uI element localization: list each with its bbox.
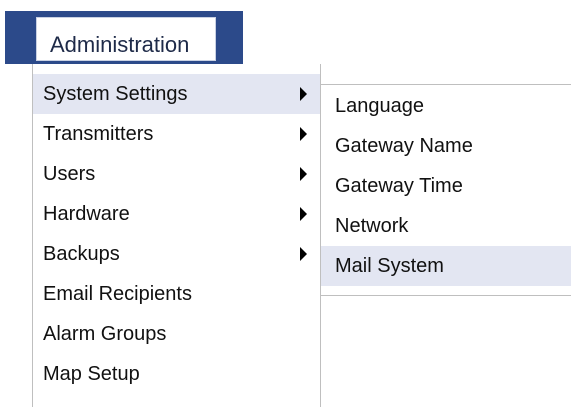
administration-menu-button[interactable]: Administration <box>5 11 243 64</box>
system-settings-submenu: Language Gateway Name Gateway Time Netwo… <box>320 84 571 296</box>
administration-menu-label: Administration <box>50 32 190 57</box>
submenu-item-label: Gateway Name <box>335 135 473 157</box>
menu-item-hardware[interactable]: Hardware <box>33 194 320 234</box>
menu-item-backups[interactable]: Backups <box>33 234 320 274</box>
chevron-right-icon <box>300 207 307 221</box>
menu-item-label: Users <box>43 163 96 185</box>
submenu-item-label: Language <box>335 95 424 117</box>
submenu-item-gateway-name[interactable]: Gateway Name <box>321 126 571 166</box>
submenu-item-gateway-time[interactable]: Gateway Time <box>321 166 571 206</box>
menu-item-system-settings[interactable]: System Settings <box>33 74 320 114</box>
menu-item-label: Email Recipients <box>43 283 192 305</box>
menu-item-transmitters[interactable]: Transmitters <box>33 114 320 154</box>
menu-item-users[interactable]: Users <box>33 154 320 194</box>
submenu-item-language[interactable]: Language <box>321 86 571 126</box>
menu-item-alarm-groups[interactable]: Alarm Groups <box>33 314 320 354</box>
chevron-right-icon <box>300 87 307 101</box>
chevron-right-icon <box>300 247 307 261</box>
submenu-item-network[interactable]: Network <box>321 206 571 246</box>
menu-item-label: Map Setup <box>43 363 140 385</box>
menu-item-map-setup[interactable]: Map Setup <box>33 354 320 394</box>
submenu-item-label: Network <box>335 215 409 237</box>
submenu-item-label: Mail System <box>335 255 444 277</box>
chevron-right-icon <box>300 127 307 141</box>
menu-item-email-recipients[interactable]: Email Recipients <box>33 274 320 314</box>
submenu-item-mail-system[interactable]: Mail System <box>321 246 571 286</box>
menu-item-label: Transmitters <box>43 123 154 145</box>
menu-item-label: Backups <box>43 243 120 265</box>
menu-item-label: Alarm Groups <box>43 323 167 345</box>
menu-item-label: System Settings <box>43 83 188 105</box>
admin-menu-stage: Administration System Settings Transmitt… <box>0 0 571 407</box>
menu-item-label: Hardware <box>43 203 130 225</box>
administration-dropdown: System Settings Transmitters Users Hardw… <box>32 64 321 407</box>
chevron-right-icon <box>300 167 307 181</box>
submenu-item-label: Gateway Time <box>335 175 463 197</box>
